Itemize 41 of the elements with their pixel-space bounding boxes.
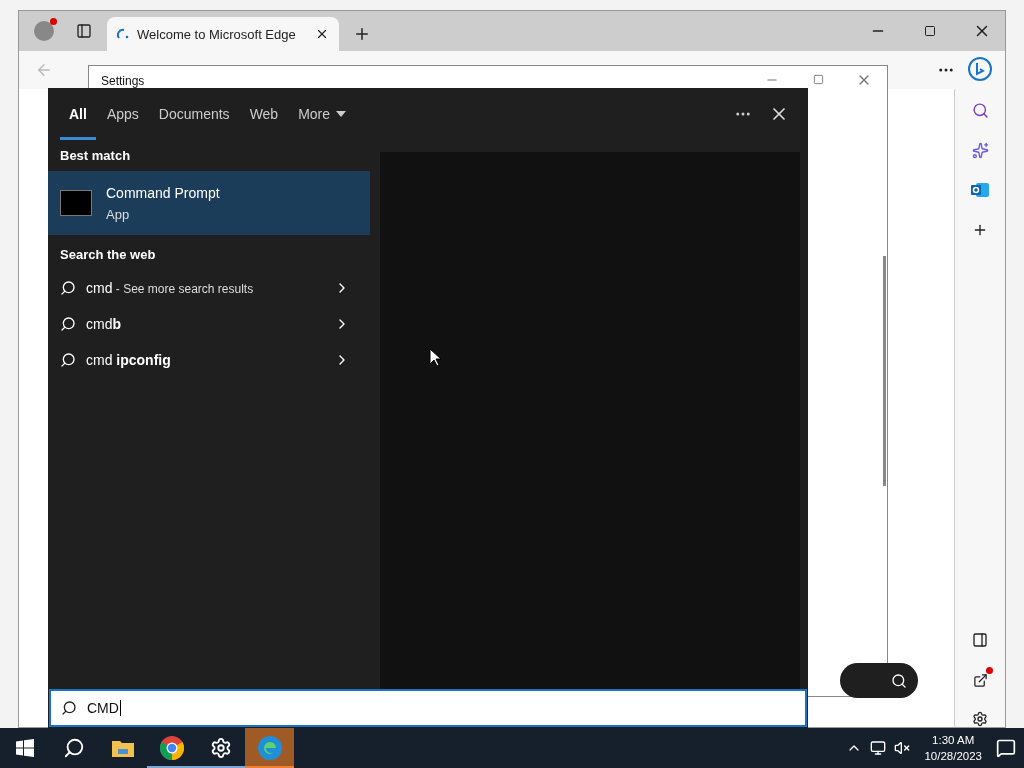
search-icon — [62, 737, 85, 759]
search-icon — [61, 700, 77, 716]
loading-icon — [117, 28, 129, 40]
result-text: cmd — [86, 280, 113, 296]
search-icon — [891, 672, 907, 689]
result-text: cmdb — [86, 316, 121, 332]
volume-muted-icon[interactable] — [894, 740, 911, 756]
edge-icon — [257, 736, 282, 760]
search-icon — [60, 316, 76, 332]
caret-icon — [336, 111, 347, 117]
browser-tab[interactable]: Welcome to Microsoft Edge — [107, 17, 339, 51]
chrome-icon — [159, 736, 184, 760]
window-title: Settings — [100, 73, 145, 90]
result-hint: - See more search results — [114, 282, 254, 296]
scrollbar[interactable] — [883, 256, 886, 486]
filter-tab[interactable]: Documents — [149, 88, 239, 140]
search-icon — [60, 280, 76, 296]
folder-icon — [111, 739, 134, 757]
result-text: cmd ipconfig — [86, 352, 171, 368]
filter-tab[interactable]: Apps — [97, 88, 148, 140]
web-result[interactable]: cmdb — [48, 306, 370, 342]
filter-tab[interactable]: More — [289, 88, 356, 140]
filter-tab[interactable]: All — [60, 88, 96, 140]
web-result[interactable]: cmd ipconfig — [48, 342, 370, 378]
clock[interactable]: 1:30 AM 10/28/2023 — [918, 732, 988, 764]
terminal-icon — [60, 190, 92, 216]
maximize-icon[interactable] — [924, 25, 936, 37]
cursor-icon — [429, 348, 441, 367]
filter-tab[interactable]: Web — [240, 88, 288, 140]
close-icon[interactable] — [315, 27, 329, 41]
search-button[interactable] — [840, 663, 918, 698]
web-result[interactable]: cmd - See more search results — [48, 270, 370, 306]
best-match-result[interactable]: Command Prompt App — [48, 171, 370, 235]
section-heading: Search the web — [59, 246, 157, 264]
notification-icon[interactable] — [996, 738, 1016, 758]
gear-icon — [209, 737, 232, 759]
network-icon[interactable] — [870, 740, 887, 756]
section-heading: Best match — [59, 147, 132, 165]
windows-logo-icon — [15, 739, 34, 757]
search-field[interactable]: CMD — [49, 689, 807, 727]
search-icon — [60, 352, 76, 368]
